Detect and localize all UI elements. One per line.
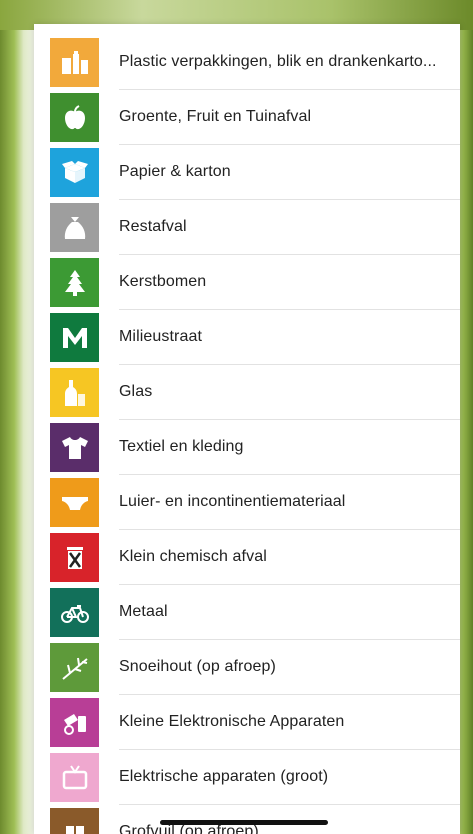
- list-item-label: Plastic verpakkingen, blik en drankenkar…: [119, 53, 450, 71]
- tshirt-icon: [50, 423, 99, 472]
- diaper-icon: [50, 478, 99, 527]
- home-indicator[interactable]: [160, 820, 328, 825]
- list-item-elektrische-apparaten[interactable]: Elektrische apparaten (groot): [34, 750, 460, 805]
- chemical-bin-icon: [50, 533, 99, 582]
- list-item-restafval[interactable]: Restafval: [34, 200, 460, 255]
- list-item-milieustraat[interactable]: Milieustraat: [34, 310, 460, 365]
- list-item-label: Elektrische apparaten (groot): [119, 768, 450, 786]
- sofa-icon: [50, 808, 99, 834]
- list-item-kerstbomen[interactable]: Kerstbomen: [34, 255, 460, 310]
- list-item-label: Metaal: [119, 603, 450, 621]
- packaging-icon: [50, 38, 99, 87]
- waste-type-list: Plastic verpakkingen, blik en drankenkar…: [34, 24, 460, 834]
- list-item-label: Milieustraat: [119, 328, 450, 346]
- list-item-gft[interactable]: Groente, Fruit en Tuinafval: [34, 90, 460, 145]
- list-item-label: Restafval: [119, 218, 450, 236]
- branch-icon: [50, 643, 99, 692]
- apple-icon: [50, 93, 99, 142]
- m-logo-icon: [50, 313, 99, 362]
- list-item-luier[interactable]: Luier- en incontinentiemateriaal: [34, 475, 460, 530]
- tv-icon: [50, 753, 99, 802]
- list-item-kleine-apparaten[interactable]: Kleine Elektronische Apparaten: [34, 695, 460, 750]
- list-item-label: Textiel en kleding: [119, 438, 450, 456]
- trash-bag-icon: [50, 203, 99, 252]
- list-item-label: Groente, Fruit en Tuinafval: [119, 108, 450, 126]
- list-item-label: Snoeihout (op afroep): [119, 658, 450, 676]
- list-item-label: Glas: [119, 383, 450, 401]
- list-item-label: Papier & karton: [119, 163, 450, 181]
- list-item-textiel[interactable]: Textiel en kleding: [34, 420, 460, 475]
- list-item-snoeihout[interactable]: Snoeihout (op afroep): [34, 640, 460, 695]
- list-item-plastic[interactable]: Plastic verpakkingen, blik en drankenkar…: [34, 35, 460, 90]
- list-item-label: Kleine Elektronische Apparaten: [119, 713, 450, 731]
- list-item-label: Luier- en incontinentiemateriaal: [119, 493, 450, 511]
- small-electronics-icon: [50, 698, 99, 747]
- list-item-metaal[interactable]: Metaal: [34, 585, 460, 640]
- bicycle-icon: [50, 588, 99, 637]
- box-icon: [50, 148, 99, 197]
- list-item-papier[interactable]: Papier & karton: [34, 145, 460, 200]
- list-item-glas[interactable]: Glas: [34, 365, 460, 420]
- bottle-icon: [50, 368, 99, 417]
- list-item-kca[interactable]: Klein chemisch afval: [34, 530, 460, 585]
- christmas-tree-icon: [50, 258, 99, 307]
- list-item-label: Klein chemisch afval: [119, 548, 450, 566]
- list-item-label: Kerstbomen: [119, 273, 450, 291]
